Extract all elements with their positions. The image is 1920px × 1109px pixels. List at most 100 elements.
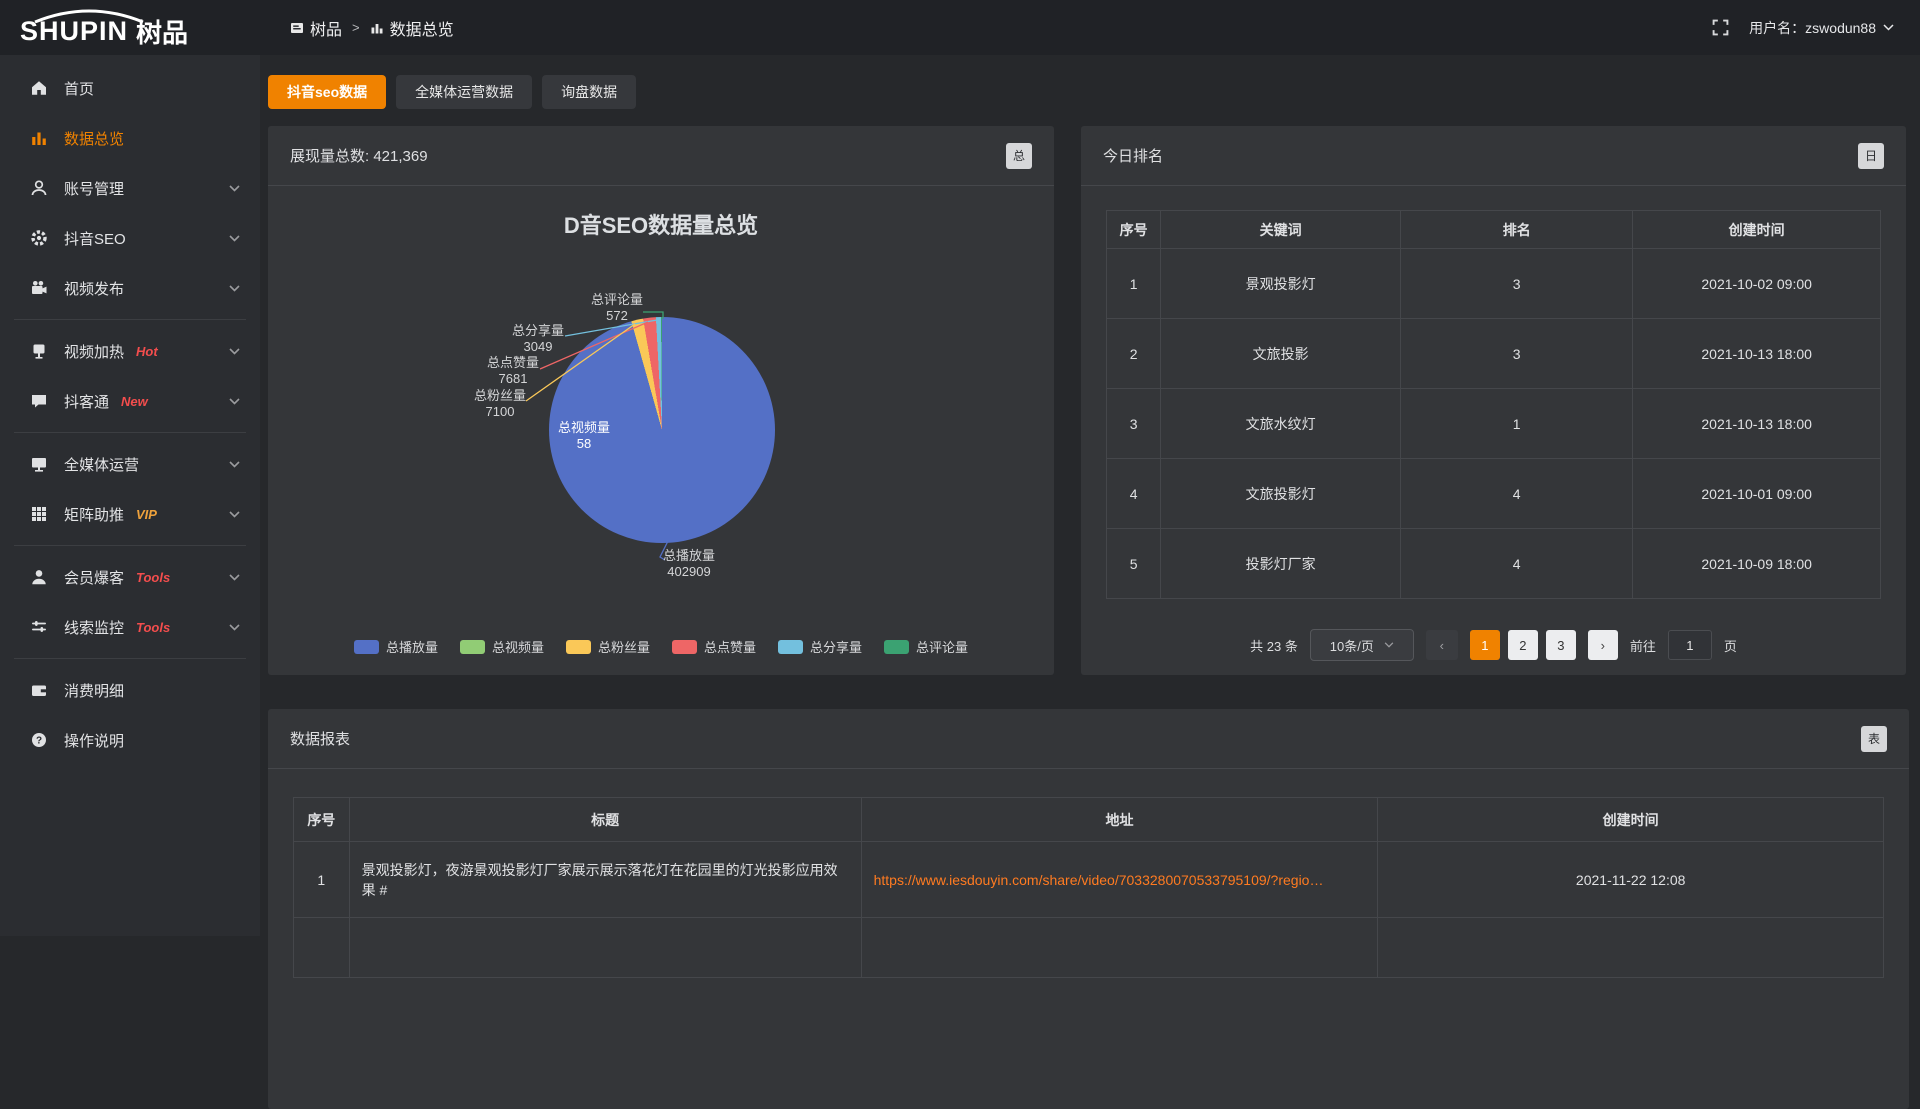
legend-item[interactable]: 总评论量 xyxy=(884,637,968,656)
table-cell: 2021-10-02 09:00 xyxy=(1633,249,1881,319)
user-menu[interactable]: 用户名：zswodun88 xyxy=(1749,18,1894,38)
tab-抖音seo数据[interactable]: 抖音seo数据 xyxy=(268,75,386,109)
table-row: 3文旅水纹灯12021-10-13 18:00 xyxy=(1107,389,1881,459)
help-icon: ? xyxy=(30,731,50,749)
sidebar-item[interactable]: 账号管理 xyxy=(0,163,260,213)
table-cell: 2021-11-22 12:08 xyxy=(1378,842,1884,918)
sidebar-item[interactable]: 视频发布 xyxy=(0,263,260,313)
chart-legend: 总播放量 总视频量 总粉丝量 总点赞量 总分享量 总评论量 xyxy=(268,637,1054,656)
legend-item[interactable]: 总点赞量 xyxy=(672,637,756,656)
person-icon xyxy=(30,568,50,586)
legend-item[interactable]: 总粉丝量 xyxy=(566,637,650,656)
table-cell: 4 xyxy=(1107,459,1161,529)
sidebar-item-label: 会员爆客 xyxy=(64,567,124,588)
table-row xyxy=(294,918,1884,978)
total-view-button[interactable]: 总 xyxy=(1006,143,1032,169)
sidebar-item-badge: New xyxy=(121,394,148,409)
sidebar-item[interactable]: 抖音SEO xyxy=(0,213,260,263)
breadcrumb-item-current[interactable]: 数据总览 xyxy=(370,16,454,40)
pie-label: 总分享量3049 xyxy=(512,323,564,355)
chevron-down-icon xyxy=(1883,24,1894,31)
username-label: 用户名：zswodun88 xyxy=(1749,18,1876,38)
legend-swatch xyxy=(884,640,909,654)
legend-swatch xyxy=(778,640,803,654)
breadcrumb-item-root[interactable]: 树品 xyxy=(290,16,342,40)
sidebar-item[interactable]: 全媒体运营 xyxy=(0,439,260,489)
column-header: 序号 xyxy=(294,798,350,842)
breadcrumb-label: 树品 xyxy=(310,16,342,40)
sidebar-item-label: 抖音SEO xyxy=(64,228,126,249)
sidebar-item[interactable]: 矩阵助推VIP xyxy=(0,489,260,539)
legend-swatch xyxy=(672,640,697,654)
sidebar-item[interactable]: 消费明细 xyxy=(0,665,260,715)
pie-label: 总视频量58 xyxy=(558,420,610,452)
sidebar-divider xyxy=(14,658,246,659)
chat-icon xyxy=(30,392,50,410)
sidebar-item-label: 数据总览 xyxy=(64,128,124,149)
chevron-down-icon xyxy=(229,285,240,292)
chevron-down-icon xyxy=(229,398,240,405)
tab-询盘数据[interactable]: 询盘数据 xyxy=(542,75,636,109)
camera-icon xyxy=(30,279,50,297)
report-link[interactable]: https://www.iesdouyin.com/share/video/70… xyxy=(874,872,1324,888)
sidebar-item[interactable]: 数据总览 xyxy=(0,113,260,163)
table-cell: 4 xyxy=(1401,459,1633,529)
chevron-down-icon xyxy=(229,185,240,192)
table-cell: 投影灯厂家 xyxy=(1161,529,1401,599)
sidebar-divider xyxy=(14,319,246,320)
sidebar-item[interactable]: 抖客通New xyxy=(0,376,260,426)
overview-panel-header: 展现量总数: 421,369 总 xyxy=(268,126,1054,186)
sidebar-item-label: 视频发布 xyxy=(64,278,124,299)
sidebar-item[interactable]: ?操作说明 xyxy=(0,715,260,765)
legend-item[interactable]: 总视频量 xyxy=(460,637,544,656)
table-row: 2文旅投影32021-10-13 18:00 xyxy=(1107,319,1881,389)
sidebar-divider xyxy=(14,432,246,433)
legend-swatch xyxy=(566,640,591,654)
legend-item[interactable]: 总分享量 xyxy=(778,637,862,656)
sidebar-item[interactable]: 线索监控Tools xyxy=(0,602,260,652)
table-cell: 2021-10-13 18:00 xyxy=(1633,319,1881,389)
fullscreen-icon[interactable] xyxy=(1712,19,1729,36)
page-number-button[interactable]: 2 xyxy=(1508,630,1538,660)
legend-item[interactable]: 总播放量 xyxy=(354,637,438,656)
page-number-button[interactable]: 3 xyxy=(1546,630,1576,660)
sidebar-item[interactable]: 首页 xyxy=(0,63,260,113)
bar-chart-icon xyxy=(30,129,50,147)
sidebar-item[interactable]: 视频加热 Hot xyxy=(0,326,260,376)
tab-全媒体运营数据[interactable]: 全媒体运营数据 xyxy=(396,75,532,109)
home-icon xyxy=(30,79,50,97)
page-size-select[interactable]: 10条/页 xyxy=(1310,629,1414,661)
report-panel: 数据报表 表 序号标题地址创建时间1景观投影灯，夜游景观投影灯厂家展示展示落花灯… xyxy=(268,709,1909,1109)
sidebar-item[interactable]: 会员爆客Tools xyxy=(0,552,260,602)
goto-page-input[interactable] xyxy=(1668,630,1712,660)
pie-chart: D音SEO数据量总览 总播放量总视频量总粉丝量总点赞量总分享量总评论量 总评论量… xyxy=(268,186,1054,674)
sidebar-item-badge: Hot xyxy=(136,344,158,359)
sidebar-item-label: 全媒体运营 xyxy=(64,454,139,475)
table-cell: 1 xyxy=(1401,389,1633,459)
sidebar-divider xyxy=(14,545,246,546)
table-cell: 景观投影灯 xyxy=(1161,249,1401,319)
logo-arc xyxy=(30,9,148,23)
top-header: SHUPIN 树品 树品 > 数据总览 用户名：zswodun88 xyxy=(0,0,1920,55)
table-cell: 3 xyxy=(1401,249,1633,319)
day-view-button[interactable]: 日 xyxy=(1858,143,1884,169)
prev-page-button[interactable]: ‹ xyxy=(1426,630,1458,660)
sidebar-item-badge: Tools xyxy=(136,620,170,635)
monitor-icon xyxy=(30,455,50,473)
table-cell: 1 xyxy=(1107,249,1161,319)
next-page-button[interactable]: › xyxy=(1588,630,1618,660)
sidebar-item-label: 视频加热 xyxy=(64,341,124,362)
chevron-down-icon xyxy=(229,624,240,631)
app-logo: SHUPIN 树品 xyxy=(0,5,260,50)
table-cell: 2021-10-09 18:00 xyxy=(1633,529,1881,599)
sliders-icon xyxy=(30,618,50,636)
chevron-down-icon xyxy=(229,574,240,581)
table-view-button[interactable]: 表 xyxy=(1861,726,1887,752)
report-title-cell: 景观投影灯，夜游景观投影灯厂家展示展示落花灯在花园里的灯光投影应用效果 # xyxy=(349,842,861,918)
gear-icon xyxy=(30,229,50,247)
pagination: 共 23 条 10条/页 ‹ 123 › 前往 页 xyxy=(1106,629,1881,661)
sidebar-item-badge: VIP xyxy=(136,507,157,522)
breadcrumb-separator: > xyxy=(352,20,360,35)
page-number-button[interactable]: 1 xyxy=(1470,630,1500,660)
chevron-down-icon xyxy=(229,461,240,468)
